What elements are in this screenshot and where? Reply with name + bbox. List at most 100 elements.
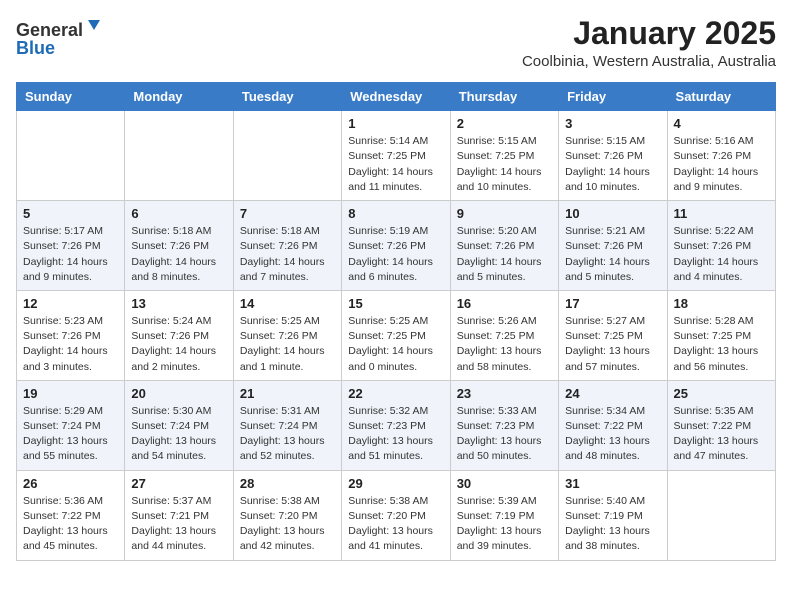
day-info: Sunrise: 5:31 AM Sunset: 7:24 PM Dayligh… <box>240 404 335 465</box>
day-number: 20 <box>131 386 226 401</box>
weekday-header-saturday: Saturday <box>667 83 775 111</box>
calendar-cell <box>667 470 775 560</box>
calendar-cell: 6 Sunrise: 5:18 AM Sunset: 7:26 PM Daylig… <box>125 201 233 291</box>
day-number: 10 <box>565 206 660 221</box>
weekday-header-sunday: Sunday <box>17 83 125 111</box>
calendar-cell: 16 Sunrise: 5:26 AM Sunset: 7:25 PM Dayli… <box>450 290 558 380</box>
day-number: 29 <box>348 476 443 491</box>
day-info: Sunrise: 5:14 AM Sunset: 7:25 PM Dayligh… <box>348 134 443 195</box>
day-info: Sunrise: 5:37 AM Sunset: 7:21 PM Dayligh… <box>131 494 226 555</box>
day-info: Sunrise: 5:38 AM Sunset: 7:20 PM Dayligh… <box>348 494 443 555</box>
day-info: Sunrise: 5:21 AM Sunset: 7:26 PM Dayligh… <box>565 224 660 285</box>
calendar-cell: 27 Sunrise: 5:37 AM Sunset: 7:21 PM Dayli… <box>125 470 233 560</box>
title-block: January 2025 Coolbinia, Western Australi… <box>522 16 776 70</box>
calendar-cell: 2 Sunrise: 5:15 AM Sunset: 7:25 PM Daylig… <box>450 111 558 201</box>
day-info: Sunrise: 5:35 AM Sunset: 7:22 PM Dayligh… <box>674 404 769 465</box>
calendar-week-1: 1 Sunrise: 5:14 AM Sunset: 7:25 PM Daylig… <box>17 111 776 201</box>
calendar-week-5: 26 Sunrise: 5:36 AM Sunset: 7:22 PM Dayli… <box>17 470 776 560</box>
day-info: Sunrise: 5:30 AM Sunset: 7:24 PM Dayligh… <box>131 404 226 465</box>
day-number: 15 <box>348 296 443 311</box>
day-number: 3 <box>565 116 660 131</box>
day-number: 8 <box>348 206 443 221</box>
day-info: Sunrise: 5:18 AM Sunset: 7:26 PM Dayligh… <box>131 224 226 285</box>
calendar-cell: 12Sunrise: 5:23 AM Sunset: 7:26 PM Dayli… <box>17 290 125 380</box>
calendar-cell: 14Sunrise: 5:25 AM Sunset: 7:26 PM Dayli… <box>233 290 341 380</box>
calendar-cell: 19 Sunrise: 5:29 AM Sunset: 7:24 PM Dayli… <box>17 380 125 470</box>
day-info: Sunrise: 5:27 AM Sunset: 7:25 PM Dayligh… <box>565 314 660 375</box>
logo: GeneralBlue <box>16 16 106 58</box>
calendar-cell: 3Sunrise: 5:15 AM Sunset: 7:26 PM Daylig… <box>559 111 667 201</box>
day-info: Sunrise: 5:34 AM Sunset: 7:22 PM Dayligh… <box>565 404 660 465</box>
weekday-header-row: SundayMondayTuesdayWednesdayThursdayFrid… <box>17 83 776 111</box>
calendar-cell: 10 Sunrise: 5:21 AM Sunset: 7:26 PM Dayli… <box>559 201 667 291</box>
day-info: Sunrise: 5:20 AM Sunset: 7:26 PM Dayligh… <box>457 224 552 285</box>
day-number: 1 <box>348 116 443 131</box>
day-info: Sunrise: 5:36 AM Sunset: 7:22 PM Dayligh… <box>23 494 118 555</box>
day-number: 22 <box>348 386 443 401</box>
calendar-week-2: 5Sunrise: 5:17 AM Sunset: 7:26 PM Daylig… <box>17 201 776 291</box>
day-number: 6 <box>131 206 226 221</box>
day-info: Sunrise: 5:33 AM Sunset: 7:23 PM Dayligh… <box>457 404 552 465</box>
weekday-header-friday: Friday <box>559 83 667 111</box>
day-info: Sunrise: 5:25 AM Sunset: 7:26 PM Dayligh… <box>240 314 335 375</box>
day-info: Sunrise: 5:22 AM Sunset: 7:26 PM Dayligh… <box>674 224 769 285</box>
day-number: 16 <box>457 296 552 311</box>
day-number: 25 <box>674 386 769 401</box>
weekday-header-monday: Monday <box>125 83 233 111</box>
svg-text:General: General <box>16 20 83 40</box>
page-header: GeneralBlue January 2025 Coolbinia, West… <box>16 16 776 70</box>
calendar-cell: 30 Sunrise: 5:39 AM Sunset: 7:19 PM Dayli… <box>450 470 558 560</box>
calendar-cell: 1 Sunrise: 5:14 AM Sunset: 7:25 PM Daylig… <box>342 111 450 201</box>
day-info: Sunrise: 5:24 AM Sunset: 7:26 PM Dayligh… <box>131 314 226 375</box>
day-number: 30 <box>457 476 552 491</box>
calendar-cell: 21 Sunrise: 5:31 AM Sunset: 7:24 PM Dayli… <box>233 380 341 470</box>
month-title: January 2025 <box>522 16 776 51</box>
day-info: Sunrise: 5:39 AM Sunset: 7:19 PM Dayligh… <box>457 494 552 555</box>
calendar-cell: 18 Sunrise: 5:28 AM Sunset: 7:25 PM Dayli… <box>667 290 775 380</box>
calendar-cell <box>125 111 233 201</box>
day-number: 19 <box>23 386 118 401</box>
day-info: Sunrise: 5:25 AM Sunset: 7:25 PM Dayligh… <box>348 314 443 375</box>
day-number: 18 <box>674 296 769 311</box>
day-number: 31 <box>565 476 660 491</box>
day-number: 9 <box>457 206 552 221</box>
weekday-header-tuesday: Tuesday <box>233 83 341 111</box>
calendar-cell: 23 Sunrise: 5:33 AM Sunset: 7:23 PM Dayli… <box>450 380 558 470</box>
calendar-cell: 13 Sunrise: 5:24 AM Sunset: 7:26 PM Dayli… <box>125 290 233 380</box>
day-info: Sunrise: 5:28 AM Sunset: 7:25 PM Dayligh… <box>674 314 769 375</box>
day-info: Sunrise: 5:40 AM Sunset: 7:19 PM Dayligh… <box>565 494 660 555</box>
calendar-cell: 26 Sunrise: 5:36 AM Sunset: 7:22 PM Dayli… <box>17 470 125 560</box>
day-number: 23 <box>457 386 552 401</box>
day-number: 5 <box>23 206 118 221</box>
day-number: 11 <box>674 206 769 221</box>
day-number: 21 <box>240 386 335 401</box>
calendar-cell: 28Sunrise: 5:38 AM Sunset: 7:20 PM Dayli… <box>233 470 341 560</box>
calendar-cell: 25 Sunrise: 5:35 AM Sunset: 7:22 PM Dayli… <box>667 380 775 470</box>
day-info: Sunrise: 5:38 AM Sunset: 7:20 PM Dayligh… <box>240 494 335 555</box>
weekday-header-wednesday: Wednesday <box>342 83 450 111</box>
day-number: 7 <box>240 206 335 221</box>
day-number: 4 <box>674 116 769 131</box>
day-number: 27 <box>131 476 226 491</box>
calendar-table: SundayMondayTuesdayWednesdayThursdayFrid… <box>16 82 776 560</box>
calendar-week-4: 19 Sunrise: 5:29 AM Sunset: 7:24 PM Dayli… <box>17 380 776 470</box>
day-number: 13 <box>131 296 226 311</box>
day-info: Sunrise: 5:18 AM Sunset: 7:26 PM Dayligh… <box>240 224 335 285</box>
day-number: 2 <box>457 116 552 131</box>
calendar-cell: 31 Sunrise: 5:40 AM Sunset: 7:19 PM Dayli… <box>559 470 667 560</box>
day-info: Sunrise: 5:32 AM Sunset: 7:23 PM Dayligh… <box>348 404 443 465</box>
svg-text:Blue: Blue <box>16 38 55 58</box>
calendar-cell: 29 Sunrise: 5:38 AM Sunset: 7:20 PM Dayli… <box>342 470 450 560</box>
day-number: 26 <box>23 476 118 491</box>
logo-svg: GeneralBlue <box>16 16 106 58</box>
calendar-cell: 7 Sunrise: 5:18 AM Sunset: 7:26 PM Daylig… <box>233 201 341 291</box>
day-info: Sunrise: 5:15 AM Sunset: 7:25 PM Dayligh… <box>457 134 552 195</box>
calendar-cell: 22 Sunrise: 5:32 AM Sunset: 7:23 PM Dayli… <box>342 380 450 470</box>
day-info: Sunrise: 5:19 AM Sunset: 7:26 PM Dayligh… <box>348 224 443 285</box>
calendar-cell <box>233 111 341 201</box>
day-number: 17 <box>565 296 660 311</box>
day-info: Sunrise: 5:29 AM Sunset: 7:24 PM Dayligh… <box>23 404 118 465</box>
calendar-cell: 4Sunrise: 5:16 AM Sunset: 7:26 PM Daylig… <box>667 111 775 201</box>
calendar-cell: 9 Sunrise: 5:20 AM Sunset: 7:26 PM Daylig… <box>450 201 558 291</box>
day-info: Sunrise: 5:26 AM Sunset: 7:25 PM Dayligh… <box>457 314 552 375</box>
